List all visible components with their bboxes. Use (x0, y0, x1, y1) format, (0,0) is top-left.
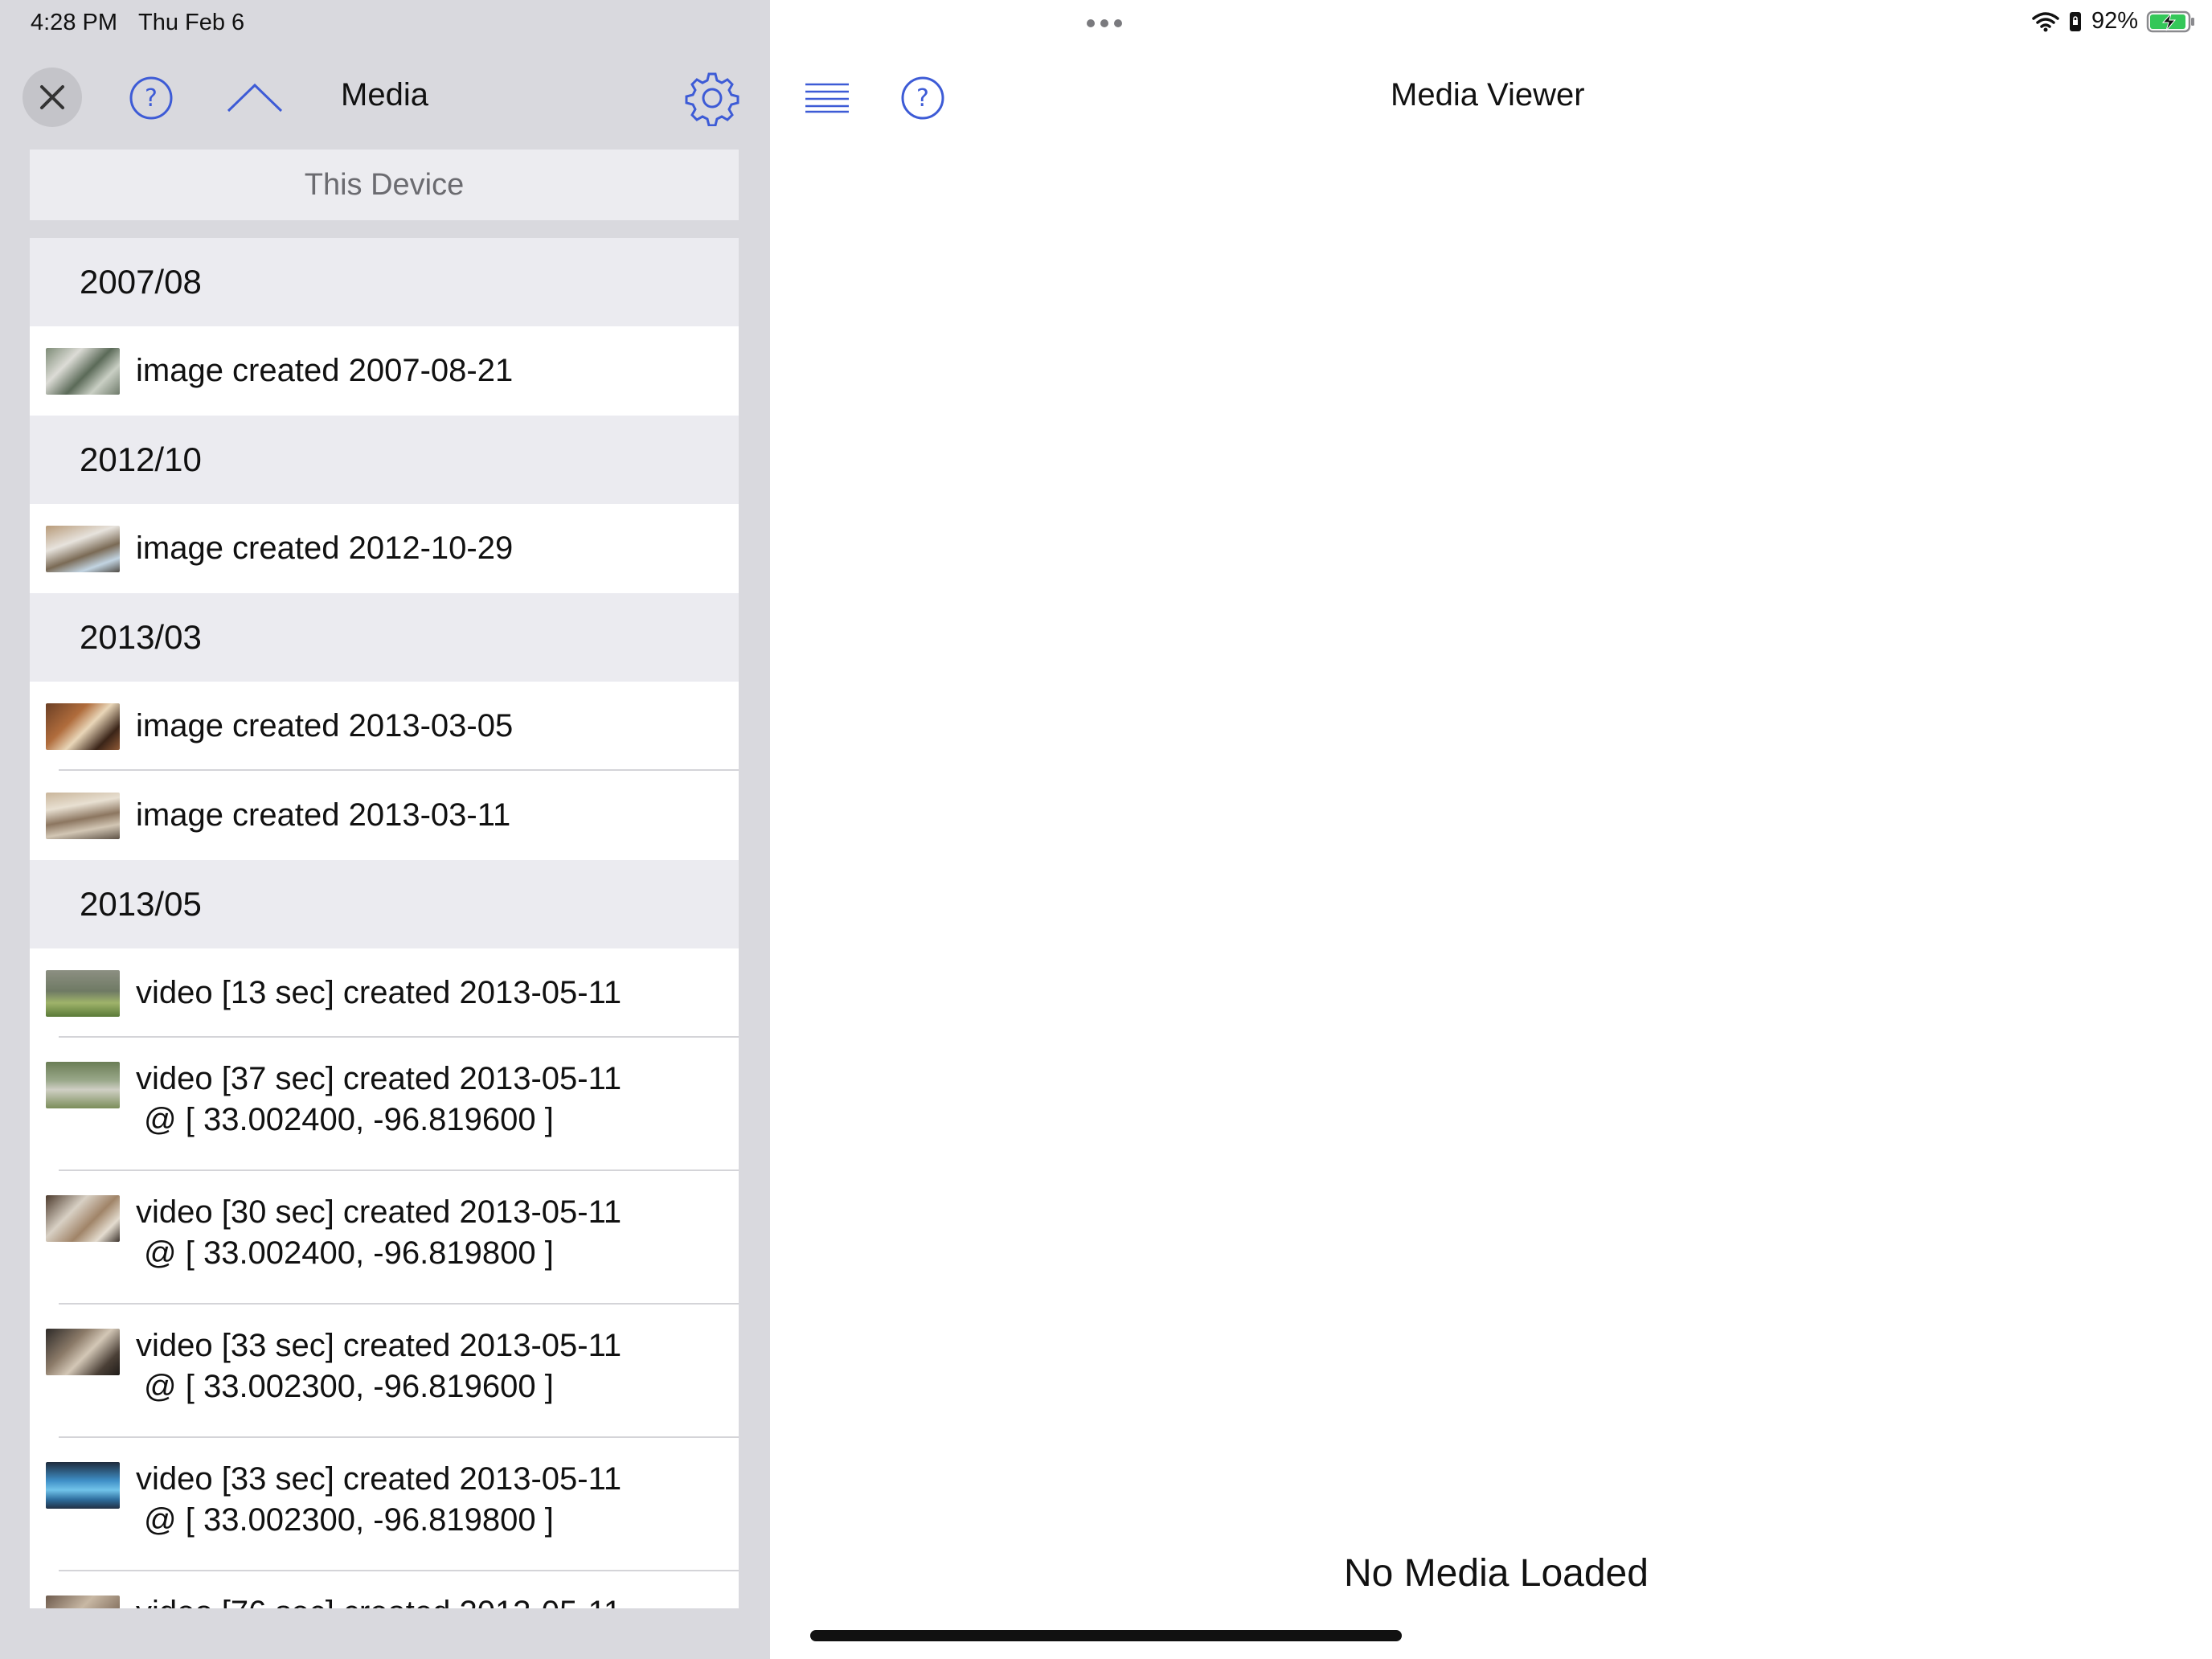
viewer-help-button[interactable]: ? (900, 76, 945, 121)
list-item[interactable]: video [37 sec] created 2013-05-11 @ [ 33… (30, 1038, 739, 1171)
status-time: 4:28 PM Thu Feb 6 (31, 10, 244, 36)
menu-button[interactable] (804, 77, 850, 117)
list-item[interactable]: image created 2012-10-29 (30, 504, 739, 593)
list-item[interactable]: image created 2013-03-05 (30, 682, 739, 771)
item-label: video [33 sec] created 2013-05-11 @ [ 33… (136, 1325, 621, 1407)
media-browser-panel: 4:28 PM Thu Feb 6 ? Media This Device 20… (0, 0, 770, 1659)
item-label: image created 2013-03-11 (136, 797, 511, 833)
list-item[interactable]: video [33 sec] created 2013-05-11 @ [ 33… (30, 1305, 739, 1438)
gear-icon (685, 72, 739, 126)
list-item[interactable]: video [30 sec] created 2013-05-11 @ [ 33… (30, 1171, 739, 1305)
help-icon: ? (129, 76, 173, 120)
help-button[interactable]: ? (129, 76, 174, 121)
item-location: @ [ 33.002300, -96.819600 ] (144, 1369, 554, 1404)
item-title: video [37 sec] created 2013-05-11 (136, 1061, 622, 1096)
viewer-title: Media Viewer (1391, 77, 1585, 113)
navigate-up-button[interactable] (225, 76, 285, 121)
item-label: image created 2007-08-21 (136, 353, 514, 388)
list-item[interactable]: image created 2013-03-11 (30, 771, 739, 860)
item-location: @ [ 33.002400, -96.819600 ] (144, 1102, 554, 1137)
media-thumbnail (46, 525, 120, 572)
media-list: 2007/08 image created 2007-08-21 2012/10… (30, 238, 739, 1608)
menu-icon (805, 83, 849, 113)
media-thumbnail (46, 347, 120, 395)
item-title: video [76 sec] created 2013-05-11 (136, 1592, 621, 1608)
section-header: 2013/03 (30, 593, 739, 682)
list-item[interactable]: video [33 sec] created 2013-05-11 @ [ 33… (30, 1438, 739, 1571)
list-item[interactable]: image created 2007-08-21 (30, 326, 739, 416)
item-location: @ [ 33.002400, -96.819800 ] (144, 1235, 554, 1271)
item-title: video [33 sec] created 2013-05-11 (136, 1328, 622, 1363)
media-thumbnail (46, 792, 120, 839)
lock-rotation-icon (2069, 11, 2081, 31)
item-label: video [30 sec] created 2013-05-11 @ [ 33… (136, 1192, 621, 1274)
section-header: 2012/10 (30, 416, 739, 504)
source-selector[interactable]: This Device (30, 150, 739, 220)
media-viewer-panel (770, 0, 2212, 1659)
item-title: video [30 sec] created 2013-05-11 (136, 1194, 622, 1230)
chevron-up-icon (227, 83, 283, 113)
item-title: video [33 sec] created 2013-05-11 (136, 1461, 622, 1497)
empty-state-message: No Media Loaded (1344, 1552, 1649, 1595)
item-label: video [13 sec] created 2013-05-11 (136, 975, 622, 1010)
screen: 4:28 PM Thu Feb 6 ? Media This Device 20… (0, 0, 2212, 1659)
battery-charging-icon (2146, 10, 2194, 32)
section-header: 2013/05 (30, 860, 739, 948)
multitasking-dots-icon[interactable] (1087, 19, 1122, 27)
panel-title: Media (341, 77, 428, 113)
status-clock: 4:28 PM (31, 10, 117, 35)
media-thumbnail (46, 1596, 120, 1608)
help-icon: ? (901, 76, 944, 120)
item-label: image created 2013-03-05 (136, 708, 514, 743)
home-indicator[interactable] (810, 1630, 1402, 1641)
media-thumbnail (46, 1195, 120, 1242)
status-indicators: 92% (2032, 8, 2196, 35)
settings-button[interactable] (682, 68, 743, 129)
item-label: video [33 sec] created 2013-05-11 @ [ 33… (136, 1459, 621, 1541)
item-label: video [76 sec] created 2013-05-11 (136, 1592, 621, 1608)
section-header: 2007/08 (30, 238, 739, 326)
status-date: Thu Feb 6 (138, 10, 245, 35)
media-thumbnail (46, 1462, 120, 1509)
item-location: @ [ 33.002300, -96.819800 ] (144, 1502, 554, 1538)
media-thumbnail (46, 969, 120, 1017)
media-thumbnail (46, 1062, 120, 1108)
wifi-icon (2032, 11, 2059, 31)
item-label: image created 2012-10-29 (136, 530, 514, 566)
svg-text:?: ? (916, 84, 929, 113)
list-item[interactable]: video [13 sec] created 2013-05-11 (30, 948, 739, 1038)
list-item[interactable]: video [76 sec] created 2013-05-11 (30, 1571, 739, 1608)
close-icon (40, 85, 64, 109)
close-button[interactable] (23, 68, 82, 127)
media-thumbnail (46, 703, 120, 750)
svg-text:?: ? (145, 84, 158, 113)
battery-percent: 92% (2091, 8, 2138, 34)
item-label: video [37 sec] created 2013-05-11 @ [ 33… (136, 1059, 621, 1141)
media-thumbnail (46, 1329, 120, 1375)
